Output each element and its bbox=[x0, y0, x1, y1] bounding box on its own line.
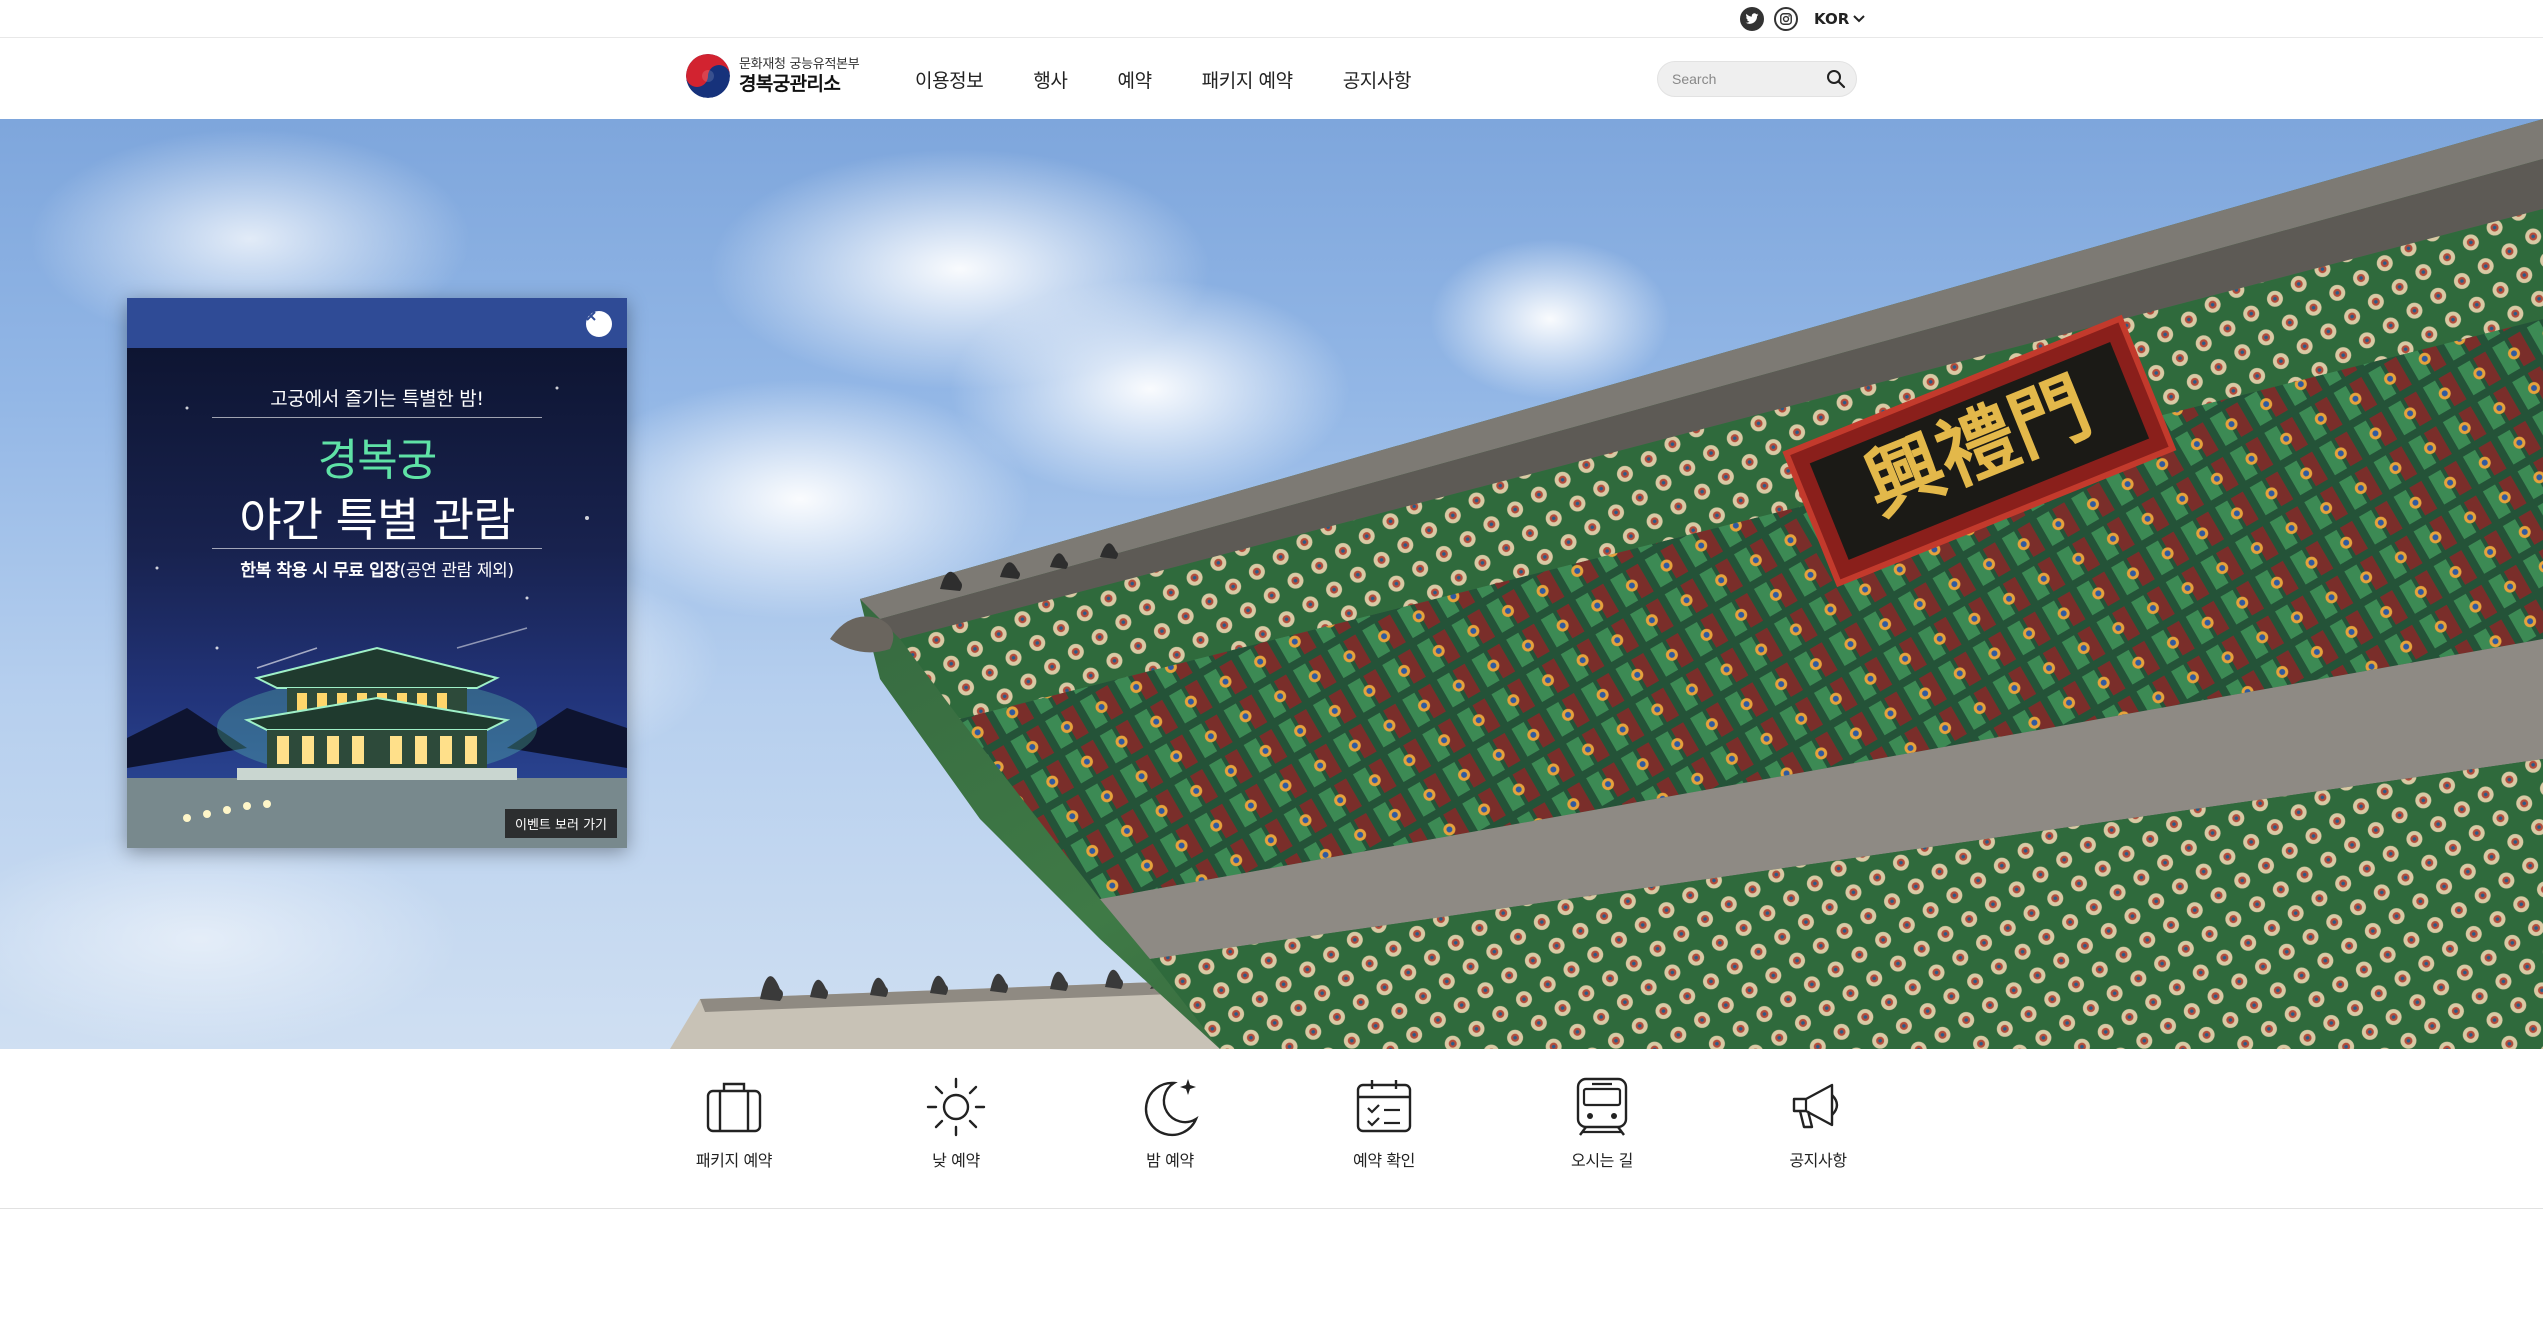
logo-site-name: 경복궁관리소 bbox=[739, 73, 841, 95]
popup-title-line1: 경복궁 bbox=[317, 435, 437, 486]
nav-item-notice[interactable]: 공지사항 bbox=[1343, 66, 1412, 93]
site-header: 문화재청 궁능유적본부 경복궁관리소 이용정보 행사 예약 패키지 예약 공지사… bbox=[0, 39, 2543, 119]
moon-icon bbox=[1144, 1079, 1199, 1137]
chevron-down-icon bbox=[1853, 15, 1865, 23]
sun-icon bbox=[926, 1077, 986, 1137]
event-popup: 고궁에서 즐기는 특별한 밤! 경복궁 야간 특별 관람 한복 착용 시 무료 … bbox=[127, 298, 627, 848]
main-nav: 이용정보 행사 예약 패키지 예약 공지사항 bbox=[915, 39, 1461, 119]
popup-title-line2: 야간 특별 관람 bbox=[239, 493, 515, 547]
instagram-icon[interactable] bbox=[1774, 7, 1798, 31]
nav-item-info[interactable]: 이용정보 bbox=[915, 66, 984, 93]
popup-close-button[interactable] bbox=[586, 311, 612, 337]
search-box bbox=[1657, 61, 1857, 97]
quick-item-day[interactable]: 낮 예약 bbox=[886, 1075, 1026, 1171]
megaphone-icon bbox=[1792, 1083, 1839, 1129]
search-icon[interactable] bbox=[1826, 69, 1846, 89]
quick-menu: 패키지 예약 낮 예약 밤 예약 예약 확인 오시는 길 공지사항 bbox=[0, 1049, 2543, 1209]
nav-item-reservation[interactable]: 예약 bbox=[1118, 66, 1153, 93]
twitter-icon[interactable] bbox=[1740, 7, 1764, 31]
quick-label: 예약 확인 bbox=[1353, 1151, 1415, 1170]
train-icon bbox=[1576, 1077, 1628, 1136]
taegeuk-logo-icon bbox=[686, 54, 730, 98]
popup-note-bold: 한복 착용 시 무료 입장 bbox=[240, 561, 400, 581]
logo-text: 문화재청 궁능유적본부 경복궁관리소 bbox=[739, 57, 860, 95]
palace-night-illustration bbox=[127, 386, 627, 848]
search-input[interactable] bbox=[1672, 62, 1822, 96]
quick-label: 공지사항 bbox=[1789, 1151, 1847, 1170]
quick-item-directions[interactable]: 오시는 길 bbox=[1532, 1075, 1672, 1171]
popup-note: 한복 착용 시 무료 입장(공연 관람 제외) bbox=[127, 556, 627, 581]
hero-banner: 興禮門 고궁에서 즐기는 특별한 밤! 경복궁 야간 특별 관람 한복 착용 시… bbox=[0, 119, 2543, 1049]
calendar-check-icon bbox=[1356, 1080, 1412, 1133]
quick-item-check[interactable]: 예약 확인 bbox=[1314, 1075, 1454, 1171]
quick-label: 오시는 길 bbox=[1571, 1151, 1633, 1170]
language-label: KOR bbox=[1814, 10, 1850, 28]
utility-bar: KOR bbox=[0, 0, 2543, 38]
nav-item-events[interactable]: 행사 bbox=[1033, 66, 1068, 93]
popup-divider-bottom bbox=[212, 548, 542, 549]
popup-banner[interactable]: 고궁에서 즐기는 특별한 밤! 경복궁 야간 특별 관람 한복 착용 시 무료 … bbox=[127, 348, 627, 848]
quick-label: 밤 예약 bbox=[1146, 1151, 1194, 1170]
logo-org-name: 문화재청 궁능유적본부 bbox=[739, 57, 860, 72]
popup-event-button[interactable]: 이벤트 보러 가기 bbox=[505, 809, 617, 838]
quick-label: 패키지 예약 bbox=[695, 1151, 773, 1170]
quick-item-notice[interactable]: 공지사항 bbox=[1748, 1075, 1888, 1171]
nav-item-package[interactable]: 패키지 예약 bbox=[1202, 66, 1293, 93]
quick-item-package[interactable]: 패키지 예약 bbox=[664, 1075, 804, 1171]
popup-divider-top bbox=[212, 417, 542, 418]
site-logo[interactable]: 문화재청 궁능유적본부 경복궁관리소 bbox=[686, 54, 860, 98]
language-selector[interactable]: KOR bbox=[1814, 10, 1865, 28]
utility-links: KOR bbox=[1740, 6, 1865, 32]
close-icon bbox=[586, 311, 596, 321]
popup-subtitle: 고궁에서 즐기는 특별한 밤! bbox=[270, 388, 484, 410]
quick-label: 낮 예약 bbox=[932, 1151, 980, 1170]
suitcase-icon bbox=[706, 1082, 762, 1133]
quick-item-night[interactable]: 밤 예약 bbox=[1100, 1075, 1240, 1171]
popup-header bbox=[127, 298, 627, 348]
popup-note-rest: (공연 관람 제외) bbox=[399, 561, 514, 581]
